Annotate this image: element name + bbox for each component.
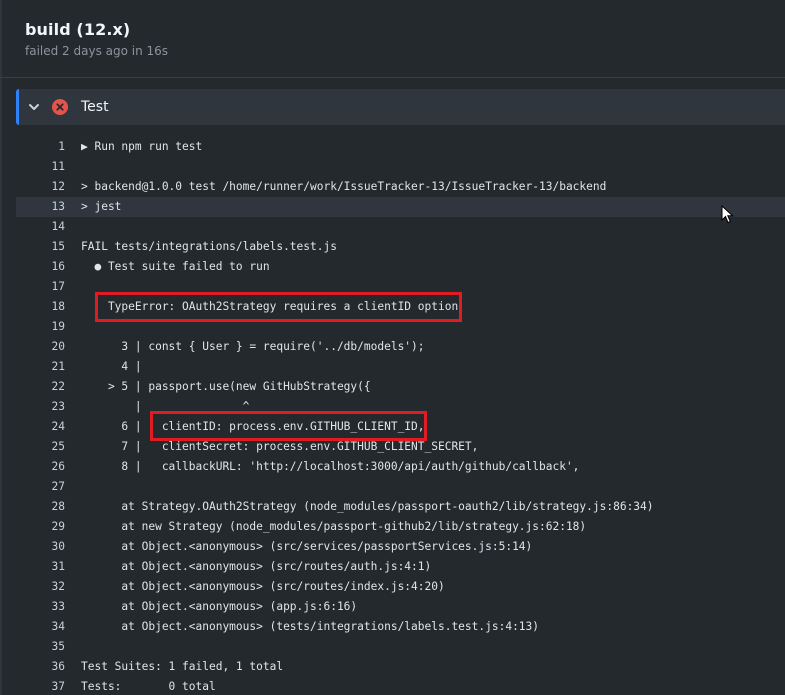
error-highlight-box (95, 292, 462, 322)
line-number[interactable]: 24 (16, 417, 65, 437)
line-number[interactable]: 34 (16, 617, 65, 637)
log-text: > backend@1.0.0 test /home/runner/work/I… (81, 180, 607, 193)
line-number[interactable]: 36 (16, 657, 65, 677)
line-number[interactable]: 33 (16, 597, 65, 617)
line-number[interactable]: 30 (16, 537, 65, 557)
line-number[interactable]: 13 (16, 197, 65, 217)
log-line[interactable]: 1 ▶ Run npm run test (16, 137, 785, 157)
line-number[interactable]: 27 (16, 477, 65, 497)
job-title: build (12.x) (25, 20, 131, 39)
log-line[interactable]: 35 (16, 637, 785, 657)
log-text: 3 | const { User } = require('../db/mode… (81, 340, 425, 353)
job-header: build (12.x) failed 2 days ago in 16s (0, 0, 785, 78)
log-text: ● Test suite failed to run (81, 260, 270, 273)
line-number[interactable]: 14 (16, 217, 65, 237)
line-number[interactable]: 18 (16, 297, 65, 317)
log-text: at Object.<anonymous> (tests/integration… (81, 620, 540, 633)
job-status-text: failed 2 days ago in 16s (25, 44, 169, 58)
line-number[interactable]: 28 (16, 497, 65, 517)
step-focus-accent (16, 89, 19, 125)
log-line[interactable]: 37 Tests: 0 total (16, 677, 785, 695)
log-line[interactable]: 15 FAIL tests/integrations/labels.test.js (16, 237, 785, 257)
line-number[interactable]: 29 (16, 517, 65, 537)
line-number[interactable]: 12 (16, 177, 65, 197)
log-text: Tests: 0 total (81, 680, 216, 693)
log-line[interactable]: 20 3 | const { User } = require('../db/m… (16, 337, 785, 357)
log-line[interactable]: 26 8 | callbackURL: 'http://localhost:30… (16, 457, 785, 477)
log-line[interactable]: 36 Test Suites: 1 failed, 1 total (16, 657, 785, 677)
log-line[interactable]: 12 > backend@1.0.0 test /home/runner/work… (16, 177, 785, 197)
log-text: ▶ Run npm run test (81, 140, 203, 153)
line-number[interactable]: 22 (16, 377, 65, 397)
line-number[interactable]: 19 (16, 317, 65, 337)
line-number[interactable]: 25 (16, 437, 65, 457)
log-text: 8 | callbackURL: 'http://localhost:3000/… (81, 460, 580, 473)
line-number[interactable]: 17 (16, 277, 65, 297)
log-text: > 5 | passport.use(new GitHubStrategy({ (81, 380, 371, 393)
log-text: > jest (81, 200, 122, 213)
log-line[interactable]: 11 (16, 157, 785, 177)
clientid-highlight-box (150, 411, 427, 441)
log-line[interactable]: 13 > jest (16, 197, 785, 217)
log-line[interactable]: 31 at Object.<anonymous> (src/routes/aut… (16, 557, 785, 577)
line-number[interactable]: 20 (16, 337, 65, 357)
step-name: Test (81, 99, 109, 115)
line-number[interactable]: 32 (16, 577, 65, 597)
log-text: 4 | (81, 360, 142, 373)
line-number[interactable]: 31 (16, 557, 65, 577)
step-test-header[interactable]: Test (16, 89, 785, 125)
log-line[interactable]: 16 ● Test suite failed to run (16, 257, 785, 277)
log-text: Test Suites: 1 failed, 1 total (81, 660, 284, 673)
log-text: at Object.<anonymous> (src/services/pass… (81, 540, 533, 553)
mouse-pointer-icon (721, 204, 735, 229)
line-number[interactable]: 1 (16, 137, 65, 157)
log-line[interactable]: 27 (16, 477, 785, 497)
log-line[interactable]: 21 4 | (16, 357, 785, 377)
panel-left-border (0, 0, 2, 695)
line-number[interactable]: 15 (16, 237, 65, 257)
log-text: at Strategy.OAuth2Strategy (node_modules… (81, 500, 654, 513)
line-number[interactable]: 26 (16, 457, 65, 477)
log-line[interactable]: 33 at Object.<anonymous> (app.js:6:16) (16, 597, 785, 617)
log-text: at Object.<anonymous> (src/routes/auth.j… (81, 560, 432, 573)
line-number[interactable]: 35 (16, 637, 65, 657)
log-line[interactable]: 34 at Object.<anonymous> (tests/integrat… (16, 617, 785, 637)
line-number[interactable]: 23 (16, 397, 65, 417)
x-circle-icon (52, 99, 68, 115)
log-line[interactable]: 30 at Object.<anonymous> (src/services/p… (16, 537, 785, 557)
log-text: at new Strategy (node_modules/passport-g… (81, 520, 587, 533)
line-number[interactable]: 16 (16, 257, 65, 277)
log-line[interactable]: 28 at Strategy.OAuth2Strategy (node_modu… (16, 497, 785, 517)
line-number[interactable]: 37 (16, 677, 65, 695)
log-line[interactable]: 32 at Object.<anonymous> (src/routes/ind… (16, 577, 785, 597)
log-line[interactable]: 22 > 5 | passport.use(new GitHubStrategy… (16, 377, 785, 397)
line-number[interactable]: 11 (16, 157, 65, 177)
log-text: FAIL tests/integrations/labels.test.js (81, 240, 337, 253)
log-text: at Object.<anonymous> (app.js:6:16) (81, 600, 358, 613)
line-number[interactable]: 21 (16, 357, 65, 377)
chevron-down-icon[interactable] (27, 99, 41, 113)
log-line[interactable]: 14 (16, 217, 785, 237)
log-line[interactable]: 29 at new Strategy (node_modules/passpor… (16, 517, 785, 537)
log-text: at Object.<anonymous> (src/routes/index.… (81, 580, 445, 593)
